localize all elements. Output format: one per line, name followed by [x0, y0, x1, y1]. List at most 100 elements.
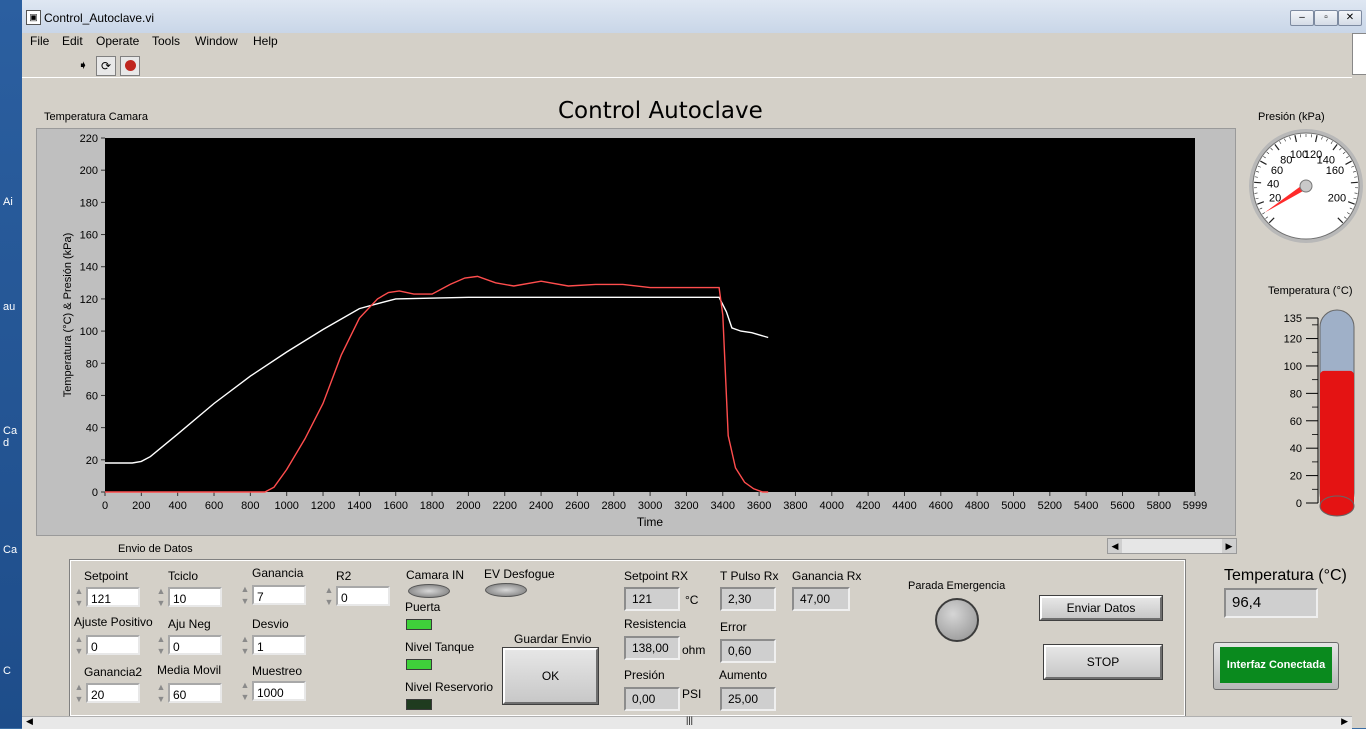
close-button[interactable]: ✕: [1338, 10, 1362, 26]
scroll-left-icon[interactable]: ◀: [1108, 539, 1122, 553]
desktop-edge: Ai au Ca d Ca C: [0, 0, 22, 728]
x-tick-label: 2000: [456, 500, 480, 512]
y-tick-label: 80: [86, 358, 98, 370]
page-title: Control Autoclave: [558, 98, 763, 124]
x-tick-label: 4200: [856, 500, 880, 512]
aju-neg-label: Aju Neg: [168, 617, 211, 631]
y-tick-label: 20: [86, 455, 98, 467]
title-bar[interactable]: ▣ Control_Autoclave.vi ‒ ▫ ✕: [22, 0, 1366, 34]
minimize-button[interactable]: ‒: [1290, 10, 1314, 26]
menu-operate[interactable]: Operate: [96, 34, 139, 48]
y-tick-label: 140: [80, 262, 98, 274]
thermometer-tick-label: 0: [1296, 498, 1302, 510]
ev-desfogue-label: EV Desfogue: [484, 567, 555, 581]
scroll-left-icon[interactable]: ◀: [26, 716, 33, 727]
x-tick-label: 1600: [383, 500, 407, 512]
media-movil-label: Media Movil: [157, 663, 221, 677]
menu-window[interactable]: Window: [195, 34, 238, 48]
gauge-tick-label: 160: [1326, 165, 1344, 177]
guardar-envio-label: Guardar Envio: [514, 632, 591, 646]
thermometer-label: Temperatura (°C): [1268, 285, 1352, 297]
waveform-chart[interactable]: 0204060801001201401601802002200200400600…: [36, 128, 1234, 534]
front-panel: Control Autoclave Temperatura Camara 0 20…: [22, 78, 1352, 718]
thermometer-tick-label: 60: [1290, 416, 1302, 428]
menu-edit[interactable]: Edit: [62, 34, 83, 48]
setpoint-label: Setpoint: [84, 569, 128, 583]
pressure-gauge[interactable]: 20406080100120140160200: [1246, 126, 1366, 246]
panel-scrollbar[interactable]: ◀ ||| ▶: [22, 716, 1352, 729]
thermometer-fill: [1320, 371, 1354, 510]
vi-icon: ▣: [26, 10, 41, 25]
desktop-label: au: [3, 301, 15, 313]
desktop-label: Ai: [3, 196, 13, 208]
puerta-led: [406, 619, 432, 630]
run-continuously-icon[interactable]: ⟳: [96, 56, 116, 76]
chart-title: Temperatura Camara: [44, 111, 148, 123]
puerta-label: Puerta: [405, 600, 440, 614]
x-tick-label: 2800: [602, 500, 626, 512]
menu-bar: File Edit Operate Tools Window Help: [22, 33, 1352, 51]
maximize-button[interactable]: ▫: [1314, 10, 1338, 26]
stop-button[interactable]: STOP: [1044, 645, 1162, 679]
chart-scrollbar[interactable]: ◀ ▶: [1107, 538, 1237, 554]
toolbar: ➧ ⟳: [22, 51, 1352, 78]
ok-button[interactable]: OK: [503, 648, 598, 704]
error-value: 0,60: [720, 639, 776, 663]
x-tick-label: 3800: [783, 500, 807, 512]
ajuste-positivo-input[interactable]: 0: [86, 635, 140, 655]
aumento-value: 25,00: [720, 687, 776, 711]
menu-help[interactable]: Help: [253, 34, 278, 48]
enviar-datos-button[interactable]: Enviar Datos: [1040, 596, 1162, 620]
y-tick-label: 200: [80, 165, 98, 177]
nivel-reservorio-label: Nivel Reservorio: [405, 680, 493, 694]
x-tick-label: 800: [241, 500, 259, 512]
x-tick-label: 600: [205, 500, 223, 512]
scroll-grip-icon[interactable]: |||: [686, 715, 693, 725]
scroll-right-icon[interactable]: ▶: [1222, 539, 1236, 553]
gauge-tick-label: 40: [1267, 179, 1279, 191]
ganancia2-input[interactable]: 20: [86, 683, 140, 703]
interfaz-conectada-indicator: Interfaz Conectada: [1220, 647, 1332, 683]
temperature-thermometer[interactable]: 020406080100120135: [1250, 300, 1360, 532]
media-movil-input[interactable]: 60: [168, 683, 222, 703]
r2-input[interactable]: 0: [336, 586, 390, 606]
scroll-right-icon[interactable]: ▶: [1341, 716, 1348, 727]
camara-in-led[interactable]: [408, 584, 450, 598]
x-tick-label: 4800: [965, 500, 989, 512]
error-label: Error: [720, 620, 747, 634]
x-tick-label: 5600: [1110, 500, 1134, 512]
x-tick-label: 4000: [820, 500, 844, 512]
parada-emergencia-label: Parada Emergencia: [908, 580, 1005, 592]
gauge-tick-label: 200: [1328, 193, 1346, 205]
aju-neg-input[interactable]: 0: [168, 635, 222, 655]
vi-window: ▣ Control_Autoclave.vi ‒ ▫ ✕ File Edit O…: [22, 0, 1366, 728]
temperature-display: 96,4: [1224, 588, 1318, 618]
ganancia-label: Ganancia: [252, 566, 303, 580]
run-icon[interactable]: ➧: [74, 56, 92, 74]
temperature-display-label: Temperatura (°C): [1224, 567, 1347, 585]
x-tick-label: 400: [168, 500, 186, 512]
desvio-input[interactable]: 1: [252, 635, 306, 655]
camara-in-label: Camara IN: [406, 568, 464, 582]
x-tick-label: 1000: [274, 500, 298, 512]
gauge-hub: [1300, 180, 1312, 192]
tciclo-label: Tciclo: [168, 569, 198, 583]
ganancia-input[interactable]: 7: [252, 585, 306, 605]
muestreo-input[interactable]: 1000: [252, 681, 306, 701]
menu-file[interactable]: File: [30, 34, 49, 48]
thermometer-bulb: [1320, 496, 1354, 516]
ev-desfogue-led[interactable]: [485, 583, 527, 597]
menu-tools[interactable]: Tools: [152, 34, 180, 48]
nivel-tanque-led: [406, 659, 432, 670]
x-tick-label: 2400: [529, 500, 553, 512]
t-pulso-rx-label: T Pulso Rx: [720, 569, 778, 583]
abort-icon[interactable]: [120, 56, 140, 76]
x-tick-label: 4600: [929, 500, 953, 512]
aumento-label: Aumento: [719, 668, 767, 682]
setpoint-input[interactable]: 121: [86, 587, 140, 607]
tciclo-input[interactable]: 10: [168, 587, 222, 607]
ajuste-positivo-label: Ajuste Positivo: [74, 615, 153, 629]
x-tick-label: 3200: [674, 500, 698, 512]
parada-emergencia-button[interactable]: [935, 598, 979, 642]
ganancia-rx-value: 47,00: [792, 587, 850, 611]
